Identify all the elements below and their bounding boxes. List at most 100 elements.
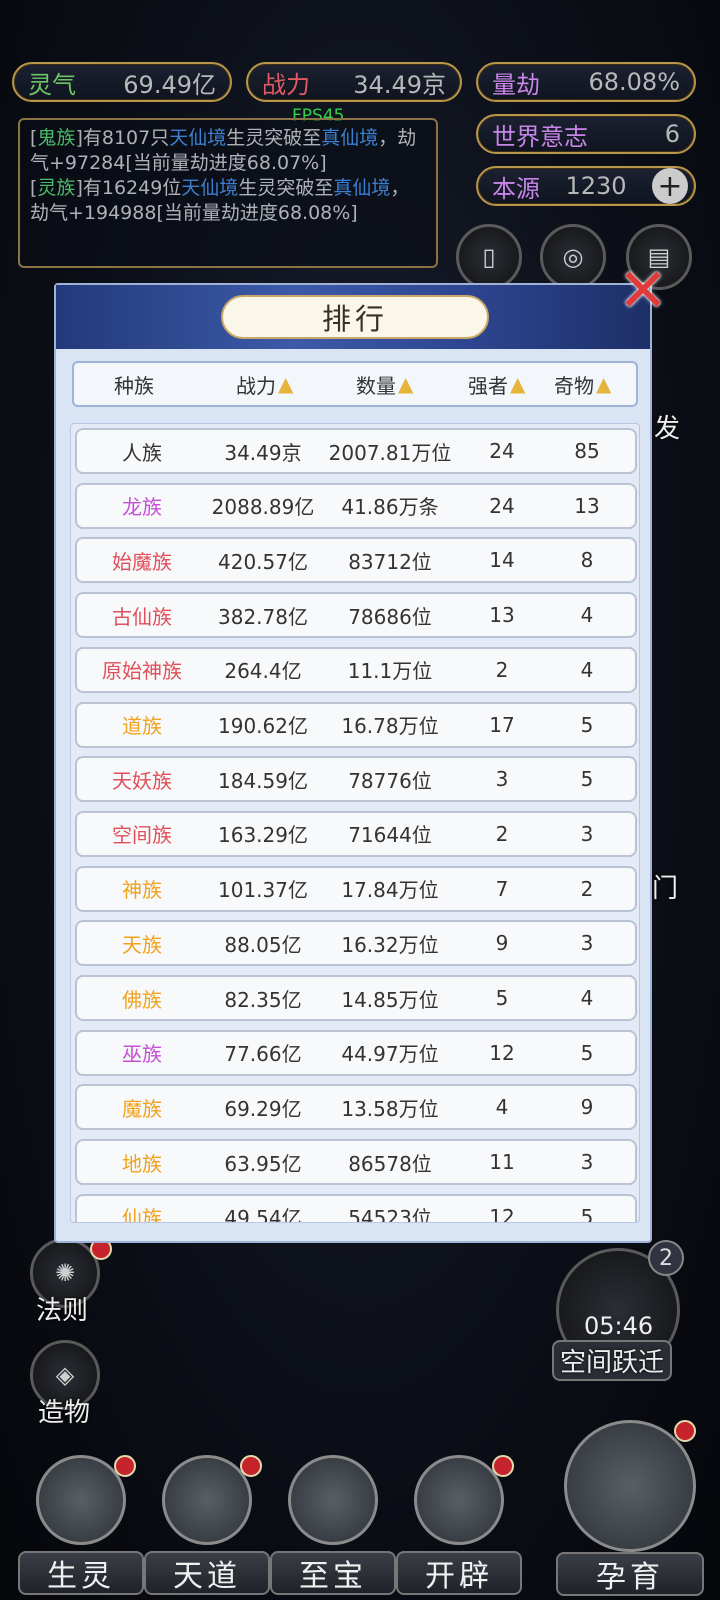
- table-row[interactable]: 原始神族 264.4亿 11.1万位 2 4: [75, 646, 637, 693]
- cell-power: 49.54亿: [224, 1206, 302, 1223]
- table-row[interactable]: 天妖族 184.59亿 78776位 3 5: [75, 756, 637, 803]
- cell-strong: 14: [489, 548, 515, 573]
- side-label-men: 门: [652, 874, 679, 904]
- heaven-icon: [162, 1455, 252, 1545]
- cell-count: 71644位: [348, 823, 432, 848]
- table-row[interactable]: 龙族 2088.89亿 41.86万条 24 13: [75, 482, 637, 529]
- nav-yun-yu[interactable]: 孕育: [556, 1420, 704, 1596]
- table-row[interactable]: 始魔族 420.57亿 83712位 14 8: [75, 537, 637, 584]
- table-row[interactable]: 古仙族 382.78亿 78686位 13 4: [75, 592, 637, 639]
- header-power[interactable]: 战力 ▲: [236, 363, 293, 405]
- lingqi-label: 灵气: [28, 70, 76, 99]
- cell-race: 天妖族: [112, 768, 172, 793]
- benyuan-label: 本源: [492, 174, 540, 203]
- cell-count: 17.84万位: [341, 878, 439, 903]
- zhanli-value: 34.49京: [353, 70, 446, 99]
- table-row[interactable]: 神族 101.37亿 17.84万位 7 2: [75, 865, 637, 912]
- header-strong[interactable]: 强者 ▲: [468, 363, 525, 405]
- cell-count: 16.32万位: [341, 932, 439, 957]
- table-row[interactable]: 魔族 69.29亿 13.58万位 4 9: [75, 1084, 637, 1131]
- cell-race: 人族: [122, 440, 162, 465]
- cell-race: 龙族: [122, 495, 162, 520]
- axe-icon: [414, 1455, 504, 1545]
- liangjie-stat: 量劫 68.08%: [476, 62, 696, 102]
- cell-race: 原始神族: [102, 659, 182, 684]
- nav-kai-pi[interactable]: 开辟: [396, 1455, 522, 1595]
- cell-power: 63.95亿: [224, 1151, 302, 1176]
- table-row[interactable]: 佛族 82.35亿 14.85万位 5 4: [75, 975, 637, 1021]
- sort-arrow-icon: ▲: [398, 372, 414, 396]
- cell-race: 魔族: [122, 1096, 162, 1121]
- fa-ze-label[interactable]: 法则: [36, 1290, 88, 1327]
- cell-power: 82.35亿: [224, 987, 302, 1012]
- space-jump-badge: 2: [648, 1240, 684, 1276]
- close-icon[interactable]: ✕: [614, 261, 672, 321]
- space-jump-label[interactable]: 空间跃迁: [552, 1340, 673, 1381]
- log-line: [鬼族]有8107只天仙境生灵突破至真仙境，劫气+97284[当前量劫进度68.…: [30, 127, 417, 174]
- lingqi-value: 69.49亿: [123, 70, 216, 99]
- header-treasure[interactable]: 奇物 ▲: [554, 363, 611, 405]
- table-row[interactable]: 仙族 49.54亿 54523位 12 5: [75, 1193, 637, 1223]
- cell-treasure: 85: [574, 439, 600, 463]
- cell-treasure: 3: [580, 821, 594, 846]
- nav-label: 孕育: [556, 1552, 704, 1596]
- cell-count: 13.58万位: [341, 1096, 439, 1121]
- cell-race: 空间族: [112, 823, 172, 848]
- cell-count: 41.86万条: [341, 495, 439, 520]
- ranking-list[interactable]: 人族 34.49京 2007.81万位 24 85 龙族 2088.89亿 41.86万条 24…: [70, 423, 640, 1223]
- header-count[interactable]: 数量 ▲: [356, 363, 413, 405]
- nav-sheng-ling[interactable]: 生灵: [18, 1455, 144, 1595]
- liangjie-label: 量劫: [492, 70, 540, 99]
- cell-power: 101.37亿: [218, 878, 308, 903]
- table-header: 种族 战力 ▲ 数量 ▲ 强者 ▲ 奇物 ▲: [72, 361, 638, 407]
- cell-power: 2088.89亿: [211, 495, 315, 520]
- cell-power: 163.29亿: [218, 823, 308, 848]
- vortex-icon[interactable]: ◎: [540, 224, 606, 290]
- sort-arrow-icon: ▲: [278, 372, 294, 396]
- cell-treasure: 4: [580, 657, 594, 682]
- table-row[interactable]: 道族 190.62亿 16.78万位 17 5: [75, 701, 637, 748]
- nav-zhi-bao[interactable]: 至宝: [270, 1455, 396, 1595]
- cell-power: 190.62亿: [218, 714, 308, 738]
- cell-power: 77.66亿: [224, 1042, 302, 1067]
- nav-tian-dao[interactable]: 天道: [144, 1455, 270, 1595]
- table-row[interactable]: 天族 88.05亿 16.32万位 9 3: [75, 920, 637, 967]
- cell-race: 道族: [122, 714, 162, 738]
- benyuan-value: 1230: [565, 172, 627, 200]
- cell-strong: 12: [489, 1204, 515, 1223]
- benyuan-add-button[interactable]: +: [651, 168, 688, 204]
- cell-strong: 12: [489, 1040, 515, 1065]
- cell-power: 184.59亿: [218, 768, 308, 793]
- modal-header: 排行: [56, 285, 650, 349]
- table-row[interactable]: 人族 34.49京 2007.81万位 24 85: [75, 428, 637, 474]
- table-row[interactable]: 地族 63.95亿 86578位 11 3: [75, 1139, 637, 1186]
- cell-count: 44.97万位: [341, 1042, 439, 1067]
- cell-power: 34.49京: [224, 440, 302, 465]
- cell-strong: 2: [495, 821, 509, 846]
- cell-count: 78686位: [348, 604, 432, 629]
- zao-wu-label[interactable]: 造物: [38, 1392, 90, 1429]
- table-row[interactable]: 空间族 163.29亿 71644位 2 3: [75, 810, 637, 857]
- cell-race: 地族: [122, 1151, 162, 1176]
- header-race[interactable]: 种族: [114, 363, 154, 405]
- nurture-icon: [564, 1420, 696, 1552]
- cell-strong: 9: [495, 931, 509, 956]
- ranking-modal: 排行 种族 战力 ▲ 数量 ▲ 强者 ▲ 奇物 ▲ 人族 34.49京 2007.8…: [54, 283, 652, 1243]
- space-jump-timer: 05:46: [584, 1312, 654, 1340]
- nav-label: 生灵: [18, 1551, 144, 1595]
- nav-notify-dot: [674, 1420, 696, 1442]
- scroll-icon[interactable]: ▯: [456, 224, 522, 290]
- cell-treasure: 4: [580, 986, 594, 1010]
- cell-race: 始魔族: [112, 549, 172, 574]
- cell-treasure: 3: [580, 931, 594, 956]
- cell-race: 天族: [122, 932, 162, 957]
- nav-label: 开辟: [396, 1551, 522, 1595]
- lingqi-stat: 灵气 69.49亿: [12, 62, 232, 102]
- cell-count: 83712位: [348, 549, 432, 574]
- event-log: [鬼族]有8107只天仙境生灵突破至真仙境，劫气+97284[当前量劫进度68.…: [18, 118, 438, 268]
- cell-treasure: 8: [580, 548, 594, 573]
- cell-power: 420.57亿: [218, 549, 308, 574]
- table-row[interactable]: 巫族 77.66亿 44.97万位 12 5: [75, 1029, 637, 1076]
- cell-treasure: 2: [580, 876, 594, 901]
- cell-treasure: 4: [580, 603, 594, 628]
